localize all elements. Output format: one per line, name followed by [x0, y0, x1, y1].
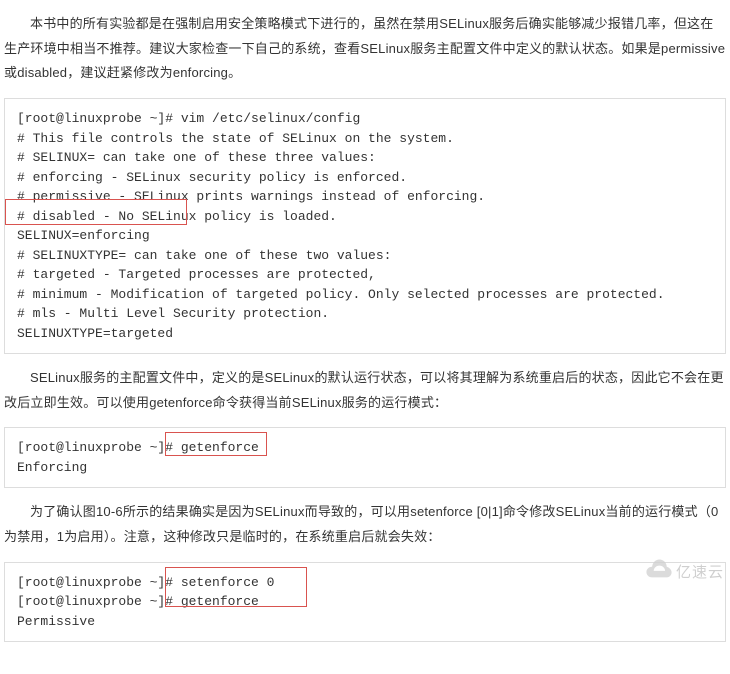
code-content: [root@linuxprobe ~]# setenforce 0 [root@… — [17, 575, 274, 629]
code-block-setenforce: [root@linuxprobe ~]# setenforce 0 [root@… — [4, 562, 726, 643]
code-block-getenforce: [root@linuxprobe ~]# getenforce Enforcin… — [4, 427, 726, 488]
intro-paragraph: 本书中的所有实验都是在强制启用安全策略模式下进行的，虽然在禁用SELinux服务… — [4, 12, 726, 86]
middle-paragraph-1: SELinux服务的主配置文件中，定义的是SELinux的默认运行状态，可以将其… — [4, 366, 726, 415]
code-content: [root@linuxprobe ~]# vim /etc/selinux/co… — [17, 111, 665, 341]
code-content: [root@linuxprobe ~]# getenforce Enforcin… — [17, 440, 259, 475]
code-block-selinux-config: [root@linuxprobe ~]# vim /etc/selinux/co… — [4, 98, 726, 354]
middle-paragraph-2: 为了确认图10-6所示的结果确实是因为SELinux而导致的，可以用setenf… — [4, 500, 726, 549]
